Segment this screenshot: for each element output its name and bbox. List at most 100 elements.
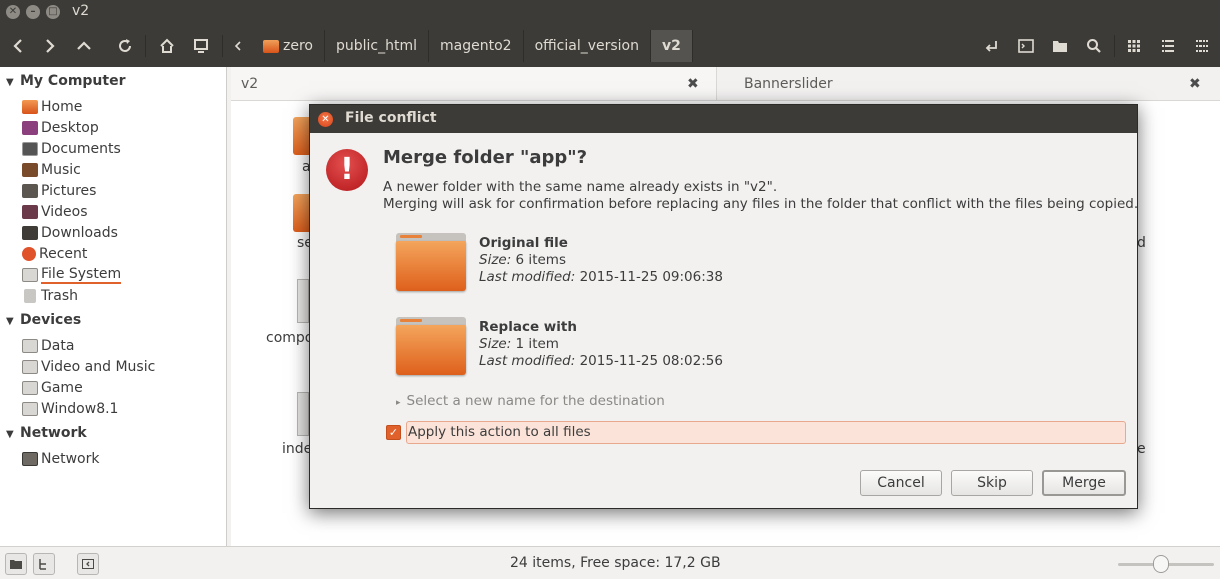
pictures-icon (22, 184, 38, 198)
back-button[interactable] (2, 30, 34, 62)
file-label: d (1137, 235, 1146, 251)
desktop-icon (22, 121, 38, 135)
path-crumb-official-version[interactable]: official_version (523, 30, 651, 62)
cancel-button[interactable]: Cancel (860, 470, 942, 496)
sidebar-item-videos[interactable]: Videos (22, 202, 88, 222)
computer-button[interactable] (185, 30, 217, 62)
window-titlebar: ✕ – □ v2 (0, 0, 1220, 25)
chevron-up-icon (77, 41, 91, 50)
close-tab-icon[interactable]: ✖ (687, 67, 699, 101)
sidebar-toggle-icon (82, 559, 94, 569)
computer-icon (194, 39, 208, 53)
toggle-sidebar-button[interactable] (77, 553, 99, 575)
file-label: compo (266, 330, 314, 346)
apply-all-checkbox[interactable]: ✓ (386, 425, 401, 440)
sidebar-item-documents[interactable]: Documents (22, 139, 121, 159)
skip-button[interactable]: Skip (951, 470, 1033, 496)
drive-icon (22, 339, 38, 353)
zoom-slider-handle[interactable] (1153, 555, 1170, 573)
trash-icon (24, 289, 36, 303)
sidebar: ▼ My Computer Home Desktop Documents Musi… (0, 67, 227, 546)
apply-all-label[interactable]: Apply this action to all files (408, 424, 591, 440)
list-view-button[interactable] (1152, 30, 1184, 62)
icon-view-button[interactable] (1118, 30, 1150, 62)
folder-icon (1053, 41, 1067, 52)
home-icon (160, 38, 174, 53)
original-file-modified: Last modified: 2015-11-25 09:06:38 (479, 269, 723, 285)
open-terminal-button[interactable] (976, 30, 1008, 62)
sidebar-section-devices[interactable]: ▼ Devices (6, 312, 81, 328)
path-crumb-public-html[interactable]: public_html (324, 30, 429, 62)
sidebar-section-my-computer[interactable]: ▼ My Computer (6, 73, 126, 89)
up-button[interactable] (68, 30, 100, 62)
status-text: 24 items, Free space: 17,2 GB (510, 555, 721, 571)
search-button[interactable] (1078, 30, 1110, 62)
status-bar: 24 items, Free space: 17,2 GB (0, 546, 1220, 579)
collapse-triangle-icon: ▼ (6, 77, 14, 88)
home-folder-icon (263, 39, 279, 53)
sidebar-item-file-system[interactable]: File System (22, 265, 122, 285)
expander-arrow-icon: ▸ (396, 398, 401, 408)
merge-button[interactable]: Merge (1042, 470, 1126, 496)
forward-button[interactable] (34, 30, 66, 62)
drive-icon (22, 268, 38, 282)
maximize-window-button[interactable]: □ (46, 5, 60, 19)
close-window-button[interactable]: ✕ (6, 5, 20, 19)
close-tab-icon[interactable]: ✖ (1189, 67, 1201, 101)
music-icon (22, 163, 38, 177)
collapse-triangle-icon: ▼ (6, 429, 14, 440)
sidebar-item-downloads[interactable]: Downloads (22, 223, 118, 243)
folder-icon (10, 560, 22, 569)
videos-icon (22, 205, 38, 219)
downloads-icon (22, 226, 38, 240)
dialog-message-line-2: Merging will ask for confirmation before… (383, 196, 1139, 212)
minimize-window-button[interactable]: – (26, 5, 40, 19)
file-conflict-dialog: ✕ File conflict ! Merge folder "app"? A … (309, 104, 1138, 509)
sidebar-item-network[interactable]: Network (22, 449, 99, 469)
collapse-triangle-icon: ▼ (6, 316, 14, 327)
sidebar-item-trash[interactable]: Trash (22, 286, 78, 306)
chevron-left-icon (13, 39, 22, 53)
toolbar: zero public_html magento2 official_versi… (0, 25, 1220, 67)
terminal-button[interactable] (1010, 30, 1042, 62)
grid-icon (1128, 40, 1140, 52)
sidebar-item-music[interactable]: Music (22, 160, 81, 180)
tab-bannerslider[interactable]: Bannerslider ✖ (717, 67, 1220, 101)
original-folder-icon (396, 233, 466, 291)
replace-file-size: Size: 1 item (479, 336, 559, 352)
open-folder-button[interactable] (1044, 30, 1076, 62)
sidebar-item-game[interactable]: Game (22, 378, 83, 398)
drive-icon (22, 402, 38, 416)
arrow-return-icon (985, 41, 997, 52)
close-dialog-button[interactable]: ✕ (318, 112, 333, 127)
dialog-heading: Merge folder "app"? (383, 147, 588, 168)
reload-button[interactable] (109, 30, 141, 62)
compact-list-icon (1196, 40, 1208, 52)
sidebar-item-video-and-music[interactable]: Video and Music (22, 357, 155, 377)
compact-view-button[interactable] (1186, 30, 1218, 62)
path-crumb-magento2[interactable]: magento2 (429, 30, 524, 62)
chevron-right-icon (46, 39, 55, 53)
sidebar-item-recent[interactable]: Recent (22, 244, 87, 264)
window-title: v2 (72, 3, 90, 19)
show-places-button[interactable] (5, 553, 27, 575)
home-button[interactable] (151, 30, 183, 62)
path-scroll-left-button[interactable] (226, 30, 250, 62)
sidebar-item-data[interactable]: Data (22, 336, 74, 356)
home-folder-icon (22, 100, 38, 114)
rename-expander[interactable]: ▸ Select a new name for the destination (396, 393, 665, 409)
tab-v2[interactable]: v2 ✖ (231, 67, 717, 101)
path-crumb-v2[interactable]: v2 (651, 30, 693, 62)
sidebar-item-pictures[interactable]: Pictures (22, 181, 96, 201)
show-tree-button[interactable] (33, 553, 55, 575)
sidebar-item-window8-1[interactable]: Window8.1 (22, 399, 118, 419)
original-file-title: Original file (479, 235, 568, 251)
file-icon (297, 279, 309, 323)
replace-folder-icon (396, 317, 466, 375)
warning-icon: ! (326, 149, 368, 191)
path-crumb-zero[interactable]: zero (252, 30, 325, 62)
sidebar-item-home[interactable]: Home (22, 97, 82, 117)
sidebar-section-network[interactable]: ▼ Network (6, 425, 87, 441)
file-label: e (1137, 441, 1146, 457)
sidebar-item-desktop[interactable]: Desktop (22, 118, 99, 138)
